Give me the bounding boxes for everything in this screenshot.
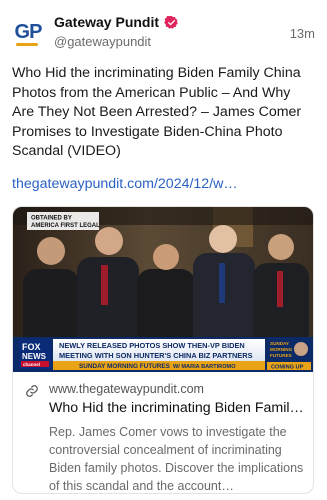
svg-text:OBTAINED BY: OBTAINED BY xyxy=(31,216,72,222)
channel-logo-news: NEWS xyxy=(22,352,47,361)
verified-badge-icon xyxy=(164,15,178,29)
link-icon xyxy=(26,385,38,397)
post-header: GP Gateway Pundit @gatewaypundit 13m xyxy=(12,12,315,52)
host-name: W/ MARIA BARTIROMO xyxy=(173,364,236,370)
avatar-initials: GP xyxy=(14,20,43,43)
show-name: SUNDAY MORNING FUTURES xyxy=(79,363,171,370)
card-description: Rep. James Comer vows to investigate the… xyxy=(49,425,304,493)
channel-logo-fox: FOX xyxy=(22,342,41,352)
channel-logo-channel: channel xyxy=(23,362,40,367)
timestamp: 13m xyxy=(289,26,315,41)
chyron-line-1: NEWLY RELEASED PHOTOS SHOW THEN-VP BIDEN xyxy=(59,341,245,350)
post-link[interactable]: thegatewaypundit.com/2024/12/w… xyxy=(12,176,238,192)
avatar[interactable]: GP xyxy=(12,16,44,48)
svg-text:AMERICA FIRST LEGAL: AMERICA FIRST LEGAL xyxy=(31,223,100,229)
side-label-3: FUTURES xyxy=(270,353,292,358)
watermark: OBTAINED BY AMERICA FIRST LEGAL xyxy=(27,212,100,230)
coming-up-label: COMING UP xyxy=(271,365,304,371)
post-text: Who Hid the incriminating Biden Family C… xyxy=(12,65,302,159)
preview-image[interactable]: OBTAINED BY AMERICA FIRST LEGAL NEWLY RE… xyxy=(13,207,314,372)
handle[interactable]: @gatewaypundit xyxy=(54,34,151,49)
social-post[interactable]: GP Gateway Pundit @gatewaypundit 13m Who… xyxy=(0,0,327,500)
news-chyron: NEWLY RELEASED PHOTOS SHOW THEN-VP BIDEN… xyxy=(13,337,313,372)
avatar-swoosh xyxy=(16,43,38,46)
card-domain: www.thegatewaypundit.com xyxy=(49,382,204,396)
side-label-1: SUNDAY xyxy=(270,341,289,346)
card-meta[interactable]: www.thegatewaypundit.com Who Hid the inc… xyxy=(13,372,313,493)
display-name[interactable]: Gateway Pundit xyxy=(54,14,159,30)
side-label-2: MORNING xyxy=(270,347,293,352)
link-preview-card[interactable]: OBTAINED BY AMERICA FIRST LEGAL NEWLY RE… xyxy=(12,206,314,494)
chyron-line-2: MEETING WITH SON HUNTER'S CHINA BIZ PART… xyxy=(59,351,253,360)
card-title[interactable]: Who Hid the incriminating Biden Famil… xyxy=(49,400,307,416)
name-row: Gateway Pundit xyxy=(54,14,179,30)
